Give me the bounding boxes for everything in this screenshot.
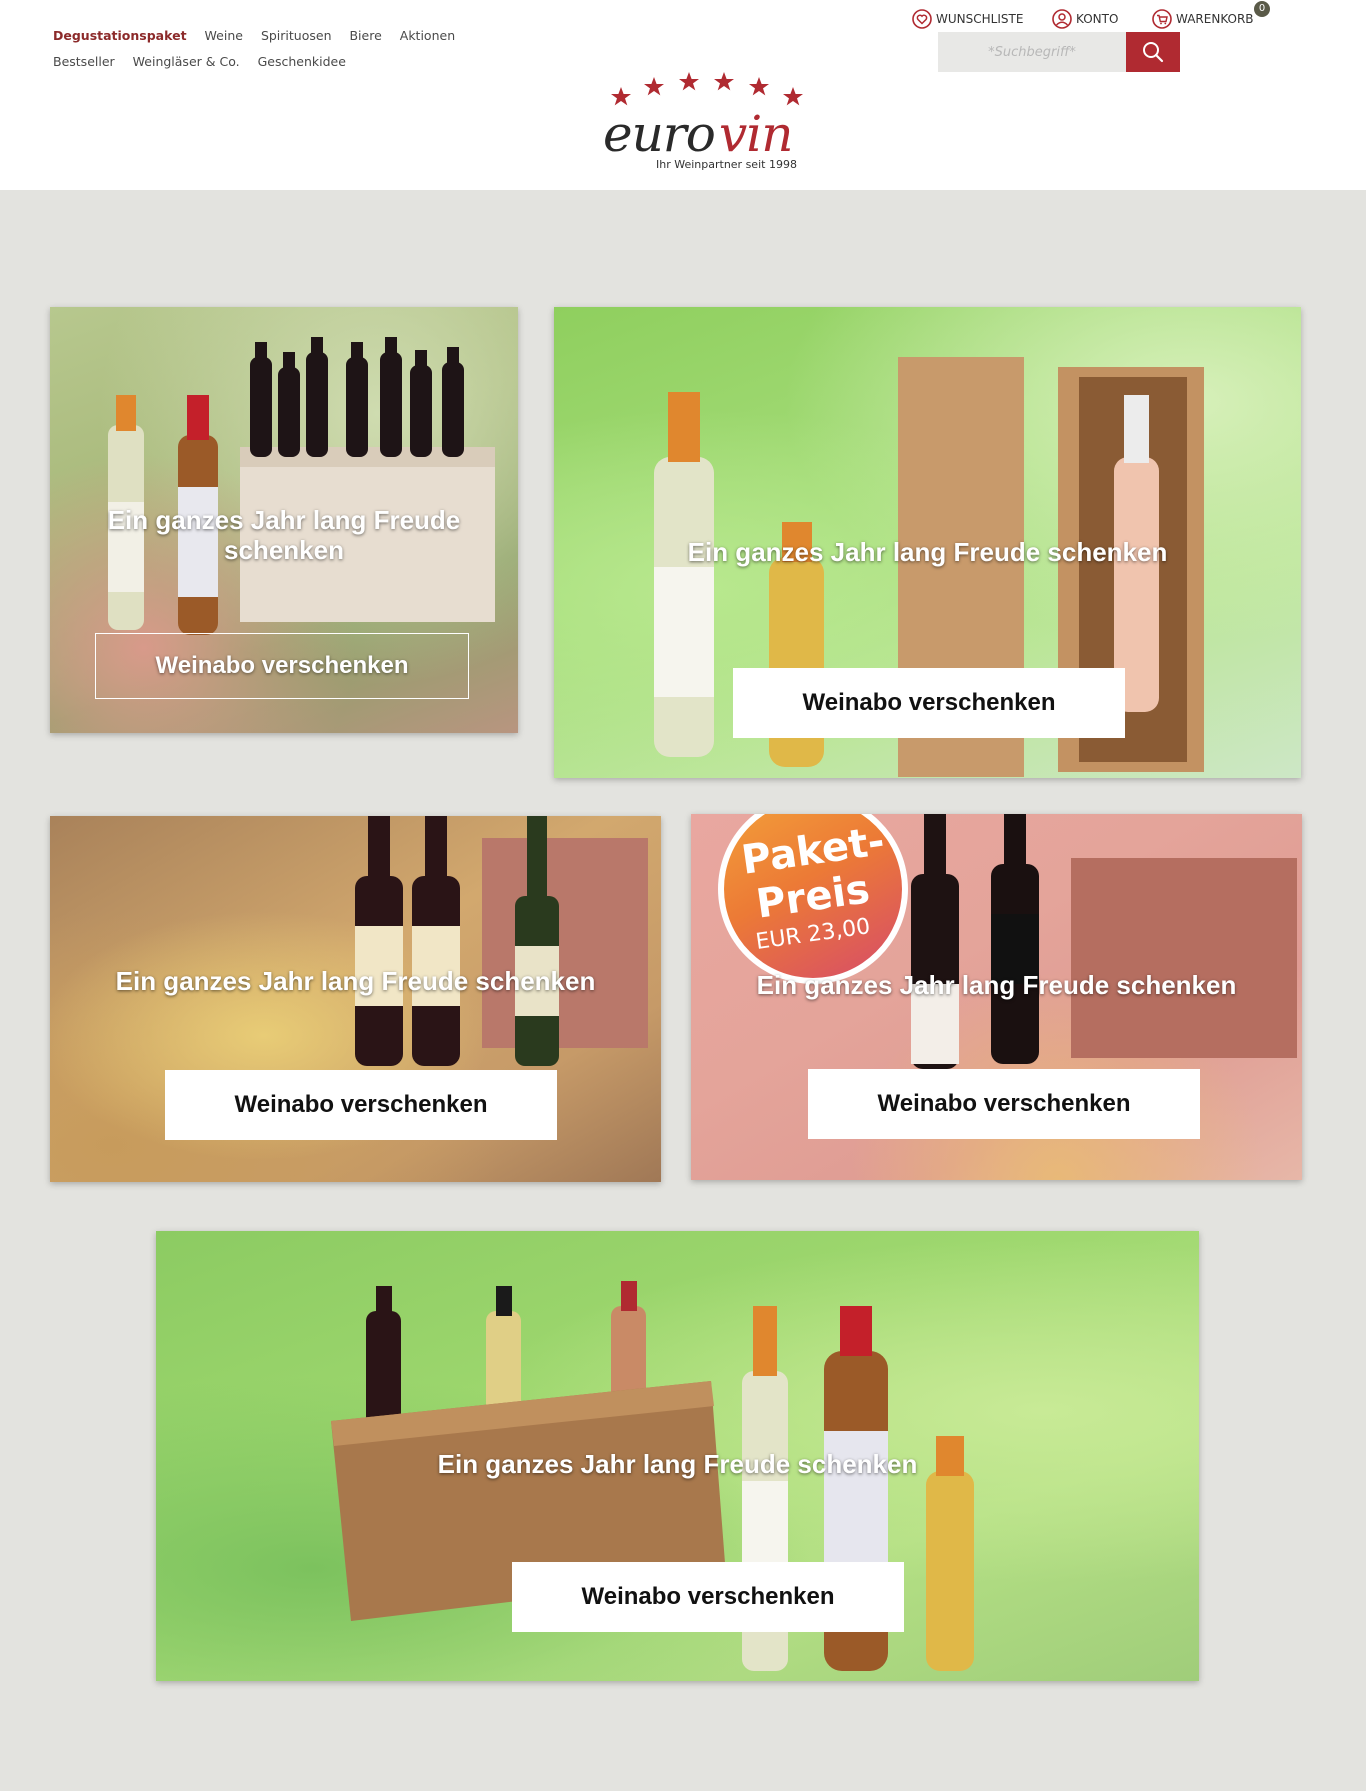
nav-item-weinglaeser[interactable]: Weingläser & Co.: [133, 54, 240, 69]
promo-title: Ein ganzes Jahr lang Freude schenken: [687, 537, 1168, 567]
search-button[interactable]: [1126, 32, 1180, 72]
nav-item-spirituosen[interactable]: Spirituosen: [261, 28, 332, 43]
site-header: Degustationspaket Weine Spirituosen Bier…: [0, 0, 1366, 190]
promo-title: Ein ganzes Jahr lang Freude schenken: [437, 1449, 918, 1479]
promo-button[interactable]: Weinabo verschenken: [165, 1070, 557, 1140]
promo-card[interactable]: Ein ganzes Jahr lang Freude schenken Wei…: [554, 307, 1301, 778]
svg-text:euro: euro: [603, 105, 715, 163]
heart-icon: [912, 9, 932, 29]
promo-title: Ein ganzes Jahr lang Freude schenken: [756, 970, 1237, 1000]
cart-label: WARENKORB: [1176, 12, 1254, 26]
promo-button[interactable]: Weinabo verschenken: [512, 1562, 904, 1632]
nav-item-geschenkidee[interactable]: Geschenkidee: [258, 54, 346, 69]
search-input[interactable]: [938, 32, 1126, 72]
nav-item-weine[interactable]: Weine: [205, 28, 243, 43]
main-nav: Degustationspaket Weine Spirituosen Bier…: [53, 28, 469, 43]
cart-icon: [1152, 9, 1172, 29]
promo-title: Ein ganzes Jahr lang Freude schenken: [115, 966, 596, 996]
account-label: KONTO: [1076, 12, 1119, 26]
promo-card[interactable]: Ein ganzes Jahr lang Freude schenken Wei…: [156, 1231, 1199, 1681]
nav-item-biere[interactable]: Biere: [349, 28, 381, 43]
promo-button[interactable]: Weinabo verschenken: [733, 668, 1125, 738]
logo-tagline: Ihr Weinpartner seit 1998: [656, 158, 797, 171]
promo-button[interactable]: Weinabo verschenken: [808, 1069, 1200, 1139]
account-link[interactable]: KONTO: [1052, 9, 1118, 29]
nav-item-bestseller[interactable]: Bestseller: [53, 54, 115, 69]
search-icon: [1143, 42, 1164, 63]
nav-item-aktionen[interactable]: Aktionen: [400, 28, 455, 43]
secondary-nav: Bestseller Weingläser & Co. Geschenkidee: [53, 54, 360, 69]
cart-link[interactable]: WARENKORB: [1152, 9, 1254, 29]
cart-count-badge: 0: [1254, 1, 1270, 17]
eurovin-logo[interactable]: euro vin Ihr Weinpartner seit 1998: [600, 72, 815, 177]
nav-item-degustationspaket[interactable]: Degustationspaket: [53, 28, 187, 43]
promo-card[interactable]: Paket- Preis EUR 23,00 Ein ganzes Jahr l…: [691, 814, 1302, 1180]
wishlist-label: WUNSCHLISTE: [936, 12, 1024, 26]
promo-card[interactable]: Ein ganzes Jahr lang Freude schenken Wei…: [50, 816, 661, 1182]
promo-card[interactable]: Ein ganzes Jahr lang Freude schenken Wei…: [50, 307, 518, 733]
user-icon: [1052, 9, 1072, 29]
promo-title: Ein ganzes Jahr lang Freude schenken: [107, 505, 461, 565]
wishlist-link[interactable]: WUNSCHLISTE: [912, 9, 1023, 29]
promo-button[interactable]: Weinabo verschenken: [95, 633, 469, 699]
svg-text:vin: vin: [719, 105, 792, 163]
